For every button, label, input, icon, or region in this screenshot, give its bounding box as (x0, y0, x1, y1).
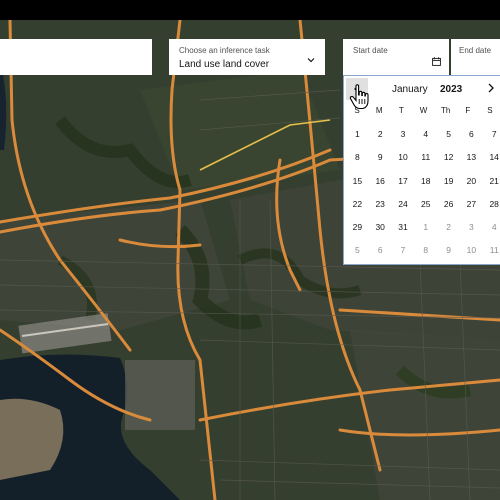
weekday-label: T (398, 106, 404, 115)
weekday-label: W (419, 106, 428, 115)
calendar-day-outside-month[interactable]: 5 (346, 242, 369, 265)
start-date-label: Start date (353, 46, 388, 55)
date-picker-calendar: January 2023 S M T W Th F S 1 2 3 4 5 6 7 8 9 10 1… (343, 75, 500, 265)
calendar-day[interactable]: 6 (460, 126, 483, 149)
calendar-day[interactable]: 11 (414, 149, 437, 172)
top-black-bar (0, 0, 500, 20)
calendar-day-outside-month[interactable]: 7 (392, 242, 415, 265)
chevron-down-icon (307, 58, 315, 63)
calendar-day[interactable]: 2 (369, 126, 392, 149)
weekday-label: M (375, 106, 383, 115)
calendar-day[interactable]: 24 (392, 196, 415, 219)
calendar-day[interactable]: 15 (346, 173, 369, 196)
calendar-day-outside-month[interactable]: 9 (437, 242, 460, 265)
calendar-day[interactable]: 10 (392, 149, 415, 172)
end-date-field[interactable]: End date (451, 39, 500, 75)
calendar-day[interactable]: 23 (369, 196, 392, 219)
calendar-day[interactable]: 5 (437, 126, 460, 149)
previous-month-button[interactable] (346, 78, 368, 100)
calendar-day[interactable]: 29 (346, 219, 369, 242)
calendar-day[interactable]: 21 (483, 173, 500, 196)
calendar-day[interactable]: 3 (392, 126, 415, 149)
calendar-day-outside-month[interactable]: 3 (460, 219, 483, 242)
inference-task-value: Land use land cover (179, 59, 270, 70)
weekday-header-row: S M T W Th F S (346, 106, 500, 118)
calendar-day-outside-month[interactable]: 8 (414, 242, 437, 265)
chevron-left-icon (354, 85, 359, 93)
inference-task-label: Choose an inference task (179, 46, 270, 55)
calendar-day[interactable]: 9 (369, 149, 392, 172)
inference-task-dropdown[interactable]: Choose an inference task Land use land c… (169, 39, 325, 75)
calendar-day[interactable]: 19 (437, 173, 460, 196)
calendar-day[interactable]: 14 (483, 149, 500, 172)
location-search-panel[interactable] (0, 39, 152, 75)
end-date-label: End date (459, 46, 492, 55)
calendar-day[interactable]: 16 (369, 173, 392, 196)
calendar-day[interactable]: 17 (392, 173, 415, 196)
calendar-day-outside-month[interactable]: 10 (460, 242, 483, 265)
calendar-day[interactable]: 25 (414, 196, 437, 219)
weekday-label: S (487, 106, 493, 115)
weekday-label: Th (440, 106, 451, 115)
calendar-day-outside-month[interactable]: 1 (414, 219, 437, 242)
calendar-day[interactable]: 8 (346, 149, 369, 172)
chevron-right-icon (488, 83, 494, 93)
calendar-day[interactable]: 18 (414, 173, 437, 196)
calendar-day-outside-month[interactable]: 11 (483, 242, 500, 265)
calendar-icon (432, 57, 441, 66)
calendar-year: 2023 (440, 84, 463, 95)
calendar-day[interactable]: 27 (460, 196, 483, 219)
weekday-label: S (354, 106, 360, 115)
calendar-day[interactable]: 7 (483, 126, 500, 149)
calendar-day[interactable]: 20 (460, 173, 483, 196)
calendar-day[interactable]: 30 (369, 219, 392, 242)
calendar-day-grid: 1 2 3 4 5 6 7 8 9 10 11 12 13 14 15 16 17 18 19 20 21 22 23 24 2… (346, 126, 500, 266)
calendar-month: January (392, 84, 428, 95)
calendar-day-outside-month[interactable]: 6 (369, 242, 392, 265)
calendar-day[interactable]: 13 (460, 149, 483, 172)
calendar-day[interactable]: 26 (437, 196, 460, 219)
calendar-day[interactable]: 22 (346, 196, 369, 219)
start-date-field[interactable]: Start date (343, 39, 449, 75)
weekday-label: F (465, 106, 471, 115)
calendar-day[interactable]: 28 (483, 196, 500, 219)
calendar-day-outside-month[interactable]: 4 (483, 219, 500, 242)
next-month-button[interactable] (485, 81, 497, 95)
calendar-day[interactable]: 4 (414, 126, 437, 149)
calendar-day[interactable]: 12 (437, 149, 460, 172)
calendar-day[interactable]: 31 (392, 219, 415, 242)
calendar-day-outside-month[interactable]: 2 (437, 219, 460, 242)
calendar-header: January 2023 (344, 76, 500, 100)
calendar-day[interactable]: 1 (346, 126, 369, 149)
